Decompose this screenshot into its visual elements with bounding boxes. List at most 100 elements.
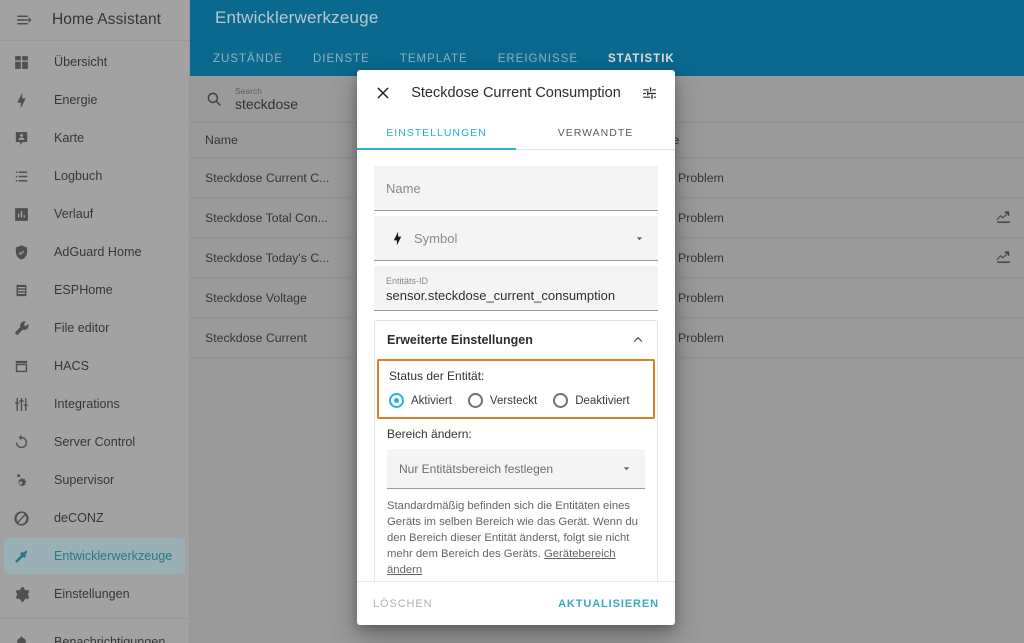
sidebar-item-adguard-home[interactable]: AdGuard Home [4, 234, 185, 270]
sidebar-item-esphome[interactable]: ESPHome [4, 272, 185, 308]
sidebar-item-hacs[interactable]: HACS [4, 348, 185, 384]
sidebar-item-label: AdGuard Home [54, 245, 142, 259]
sidebar-item-verlauf[interactable]: Verlauf [4, 196, 185, 232]
sidebar-item-label: Karte [54, 131, 85, 145]
hammer-icon [4, 548, 38, 565]
sidebar-nav-list: Übersicht Energie Karte Logbuch Verlauf … [0, 41, 189, 643]
column-header-issue[interactable]: Issue [650, 133, 890, 147]
entity-id-field[interactable]: Entitäts-ID sensor.steckdose_current_con… [374, 266, 658, 311]
entity-id-input[interactable]: sensor.steckdose_current_consumption [386, 288, 615, 303]
sidebar-item-label: Übersicht [54, 55, 108, 69]
advanced-settings-title: Erweiterte Einstellungen [387, 333, 533, 347]
sidebar-item-benachrichtigungen[interactable]: Benachrichtigungen [4, 624, 185, 643]
chevron-up-icon[interactable] [631, 333, 645, 347]
store-icon [4, 358, 38, 375]
cell-issue: Kein Problem [650, 250, 724, 265]
menu-collapse-icon[interactable] [10, 6, 38, 34]
cog-icon [4, 586, 38, 603]
icon-field[interactable]: Symbol [374, 216, 658, 261]
chevron-down-icon[interactable] [620, 462, 633, 475]
sidebar-item-entwicklerwerkzeuge[interactable]: Entwicklerwerkzeuge [4, 538, 185, 574]
radio-label: Versteckt [489, 394, 538, 407]
tab-zustaende[interactable]: ZUSTÄNDE [213, 53, 298, 68]
chip-icon [4, 282, 38, 299]
sidebar: Home Assistant Übersicht Energie Karte L… [0, 0, 190, 643]
bell-icon [4, 634, 38, 643]
radio-button[interactable] [389, 393, 404, 408]
sidebar-item-logbuch[interactable]: Logbuch [4, 158, 185, 194]
area-select-value: Nur Entitätsbereich festlegen [399, 461, 554, 476]
cogs-icon [4, 472, 38, 489]
delete-button[interactable]: LÖSCHEN [373, 598, 432, 610]
lightning-bolt-icon [4, 92, 38, 109]
sidebar-item-uebersicht[interactable]: Übersicht [4, 44, 185, 80]
icon-field-placeholder: Symbol [414, 230, 458, 246]
sidebar-header: Home Assistant [0, 0, 189, 41]
radio-button[interactable] [467, 393, 483, 408]
shield-check-icon [4, 244, 38, 261]
lightning-bolt-icon [386, 231, 408, 246]
chart-line-icon[interactable] [995, 248, 1012, 268]
sidebar-item-supervisor[interactable]: Supervisor [4, 462, 185, 498]
tune-icon[interactable] [636, 80, 662, 106]
radio-button[interactable] [553, 393, 569, 408]
tab-statistik[interactable]: STATISTIK [593, 53, 690, 68]
tab-einstellungen[interactable]: EINSTELLUNGEN [357, 116, 516, 150]
map-marker-account-icon [4, 130, 38, 147]
radio-option-deaktiviert[interactable]: Deaktiviert [553, 393, 630, 408]
tab-dienste[interactable]: DIENSTE [298, 53, 385, 68]
header-tabs: ZUSTÄNDE DIENSTE TEMPLATE EREIGNISSE STA… [213, 53, 690, 68]
sidebar-item-label: Energie [54, 93, 98, 107]
search-icon [205, 90, 223, 108]
search-field-label: Search [235, 85, 262, 96]
sidebar-item-file-editor[interactable]: File editor [4, 310, 185, 346]
close-icon[interactable] [370, 80, 396, 106]
search-input[interactable]: steckdose [235, 97, 298, 111]
radio-option-aktiviert[interactable]: Aktiviert [389, 393, 452, 408]
app-header: Entwicklerwerkzeuge ZUSTÄNDE DIENSTE TEM… [190, 0, 1024, 76]
sidebar-item-einstellungen[interactable]: Einstellungen [4, 576, 185, 612]
wrench-icon [4, 320, 38, 337]
sidebar-item-label: ESPHome [54, 283, 113, 297]
sidebar-item-label: Verlauf [54, 207, 94, 221]
sidebar-item-label: Entwicklerwerkzeuge [54, 549, 173, 563]
name-field-placeholder: Name [386, 180, 421, 196]
sidebar-item-label: Supervisor [54, 473, 115, 487]
restart-icon [4, 434, 38, 451]
update-button[interactable]: AKTUALISIEREN [558, 598, 659, 610]
sidebar-item-karte[interactable]: Karte [4, 120, 185, 156]
tab-ereignisse[interactable]: EREIGNISSE [483, 53, 593, 68]
radio-option-versteckt[interactable]: Versteckt [467, 393, 538, 408]
sidebar-item-label: Server Control [54, 435, 136, 449]
dialog-footer: LÖSCHEN AKTUALISIEREN [357, 581, 675, 625]
cell-issue: Kein Problem [650, 210, 724, 225]
advanced-settings-panel: Erweiterte Einstellungen Status der Enti… [374, 320, 658, 581]
sidebar-item-integrations[interactable]: Integrations [4, 386, 185, 422]
dialog-title: Steckdose Current Consumption [411, 85, 621, 101]
cell-actions [890, 208, 1024, 228]
advanced-settings-toggle[interactable]: Erweiterte Einstellungen [375, 321, 657, 359]
sidebar-item-label: Einstellungen [54, 587, 130, 601]
app-root: Home Assistant Übersicht Energie Karte L… [0, 0, 1024, 643]
name-field[interactable]: Name [374, 166, 658, 211]
area-help-text: Standardmäßig befinden sich die Entitäte… [387, 498, 645, 578]
sidebar-item-label: Benachrichtigungen [54, 635, 166, 643]
tab-template[interactable]: TEMPLATE [385, 53, 483, 68]
chart-line-icon[interactable] [995, 208, 1012, 228]
area-select[interactable]: Nur Entitätsbereich festlegen [387, 449, 645, 489]
dialog-tabs: EINSTELLUNGEN VERWANDTE [357, 116, 675, 150]
view-dashboard-icon [4, 54, 38, 71]
cell-issue: Kein Problem [650, 170, 724, 185]
tab-verwandte[interactable]: VERWANDTE [516, 116, 675, 149]
cell-issue: Kein Problem [650, 330, 724, 345]
chevron-down-icon[interactable] [633, 232, 646, 245]
sidebar-item-deconz[interactable]: deCONZ [4, 500, 185, 536]
sidebar-item-label: File editor [54, 321, 110, 335]
sidebar-item-energie[interactable]: Energie [4, 82, 185, 118]
entity-status-label: Status der Entität: [389, 369, 485, 383]
sidebar-item-label: Integrations [54, 397, 120, 411]
cell-actions [890, 248, 1024, 268]
sidebar-item-server-control[interactable]: Server Control [4, 424, 185, 460]
tune-vertical-icon [4, 396, 38, 413]
cell-issue: Kein Problem [650, 290, 724, 305]
